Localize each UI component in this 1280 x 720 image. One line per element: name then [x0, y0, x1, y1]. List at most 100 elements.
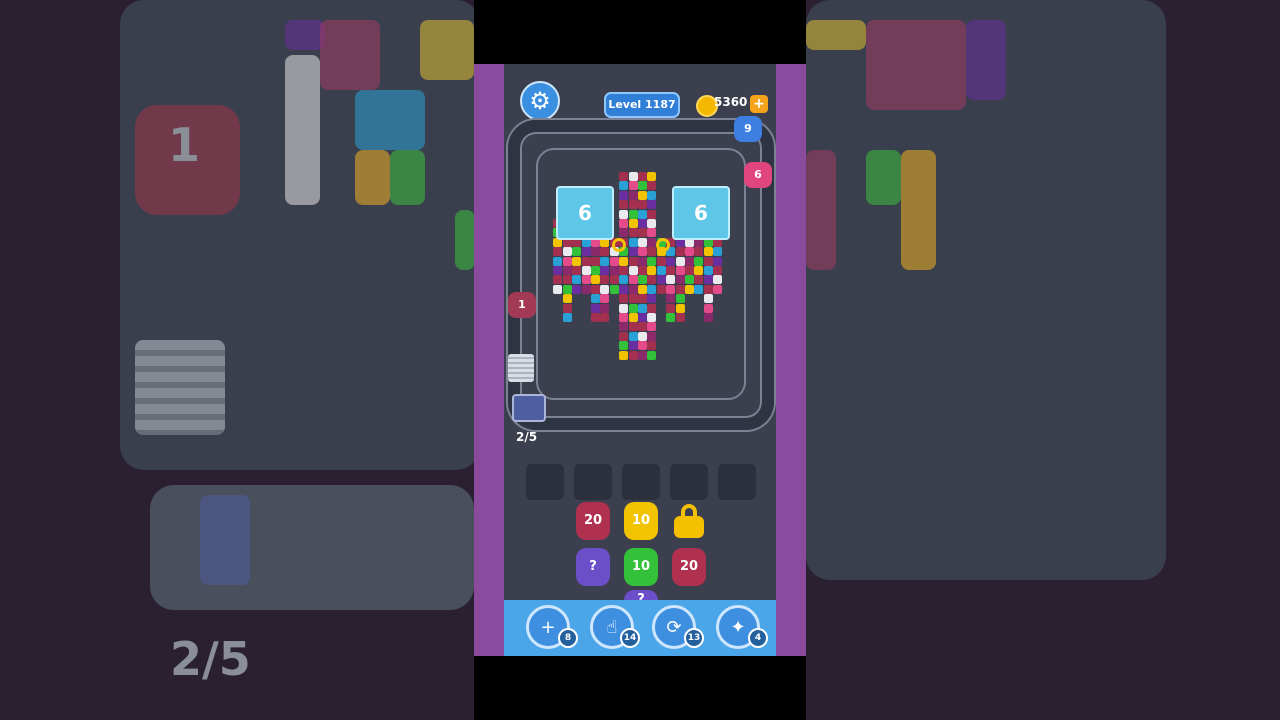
- puzzle-block: [638, 331, 647, 341]
- puzzle-block: [619, 331, 629, 341]
- puzzle-block: [647, 284, 657, 294]
- empty-slot[interactable]: [622, 464, 660, 500]
- puzzle-block: [638, 313, 647, 322]
- puzzle-block: [647, 190, 657, 200]
- puzzle-block: [628, 237, 638, 247]
- pig-shooter[interactable]: 10: [624, 502, 658, 540]
- gear-icon: ⚙: [529, 87, 551, 115]
- add-coins-button[interactable]: +: [750, 95, 768, 113]
- booster-count: 8: [558, 628, 578, 648]
- booster-count: 13: [684, 628, 704, 648]
- empty-slot[interactable]: [718, 464, 756, 500]
- blurred-track: [150, 485, 474, 610]
- puzzle-block: [666, 313, 676, 322]
- puzzle-block: [703, 256, 713, 266]
- puzzle-block: [656, 284, 666, 294]
- puzzle-block: [619, 303, 629, 313]
- puzzle-block: [713, 275, 723, 285]
- empty-slot[interactable]: [526, 464, 564, 500]
- puzzle-block: [562, 303, 572, 313]
- game-frame: ⚙ Level 1187 5360 + 6 6 9 6 1 2/5 20 10 …: [474, 64, 806, 656]
- puzzle-block: [600, 256, 610, 266]
- blurred-block: [901, 150, 936, 270]
- pointer-left[interactable]: 1: [508, 292, 536, 318]
- puzzle-block: [628, 219, 638, 228]
- puzzle-block: [628, 313, 638, 322]
- puzzle-block: [581, 266, 591, 275]
- puzzle-block: [562, 275, 572, 285]
- puzzle-block: [619, 266, 629, 275]
- puzzle-block: [638, 275, 647, 285]
- puzzle-block: [628, 331, 638, 341]
- puzzle-block: [619, 228, 629, 238]
- puzzle-block: [562, 256, 572, 266]
- blurred-block: [966, 20, 1006, 100]
- key-icon: [656, 238, 670, 252]
- pointer-right[interactable]: 6: [744, 162, 772, 188]
- puzzle-block: [638, 284, 647, 294]
- puzzle-block: [713, 247, 723, 257]
- puzzle-block: [562, 284, 572, 294]
- puzzle-block: [703, 303, 713, 313]
- puzzle-block: [562, 247, 572, 257]
- blurred-cart: [200, 495, 250, 585]
- blurred-stack: [135, 340, 225, 435]
- puzzle-block: [591, 275, 600, 285]
- blurred-block: [390, 150, 425, 205]
- puzzle-block: [656, 256, 666, 266]
- background-right-blurred: [806, 0, 1280, 720]
- empty-slot[interactable]: [574, 464, 612, 500]
- puzzle-block: [572, 266, 582, 275]
- blurred-block: [866, 150, 901, 205]
- puzzle-block: [581, 275, 591, 285]
- puzzle-block: [647, 266, 657, 275]
- puzzle-block: [685, 266, 694, 275]
- blurred-block: [320, 20, 380, 90]
- ice-block-right: 6: [672, 186, 730, 240]
- blurred-block: [806, 20, 866, 50]
- puzzle-block: [713, 284, 723, 294]
- puzzle-block: [666, 256, 676, 266]
- pig-shooter[interactable]: ?: [576, 548, 610, 586]
- puzzle-block: [600, 247, 610, 257]
- pig-shooter[interactable]: 10: [624, 548, 658, 586]
- puzzle-block: [619, 219, 629, 228]
- settings-button[interactable]: ⚙: [520, 81, 560, 121]
- pig-shooter[interactable]: 20: [576, 502, 610, 540]
- pointer-top[interactable]: 9: [734, 116, 762, 142]
- puzzle-block: [666, 266, 676, 275]
- cart-progress: 2/5: [516, 430, 538, 444]
- coin-count: 5360: [714, 95, 748, 109]
- puzzle-block: [628, 247, 638, 257]
- puzzle-block: [694, 275, 704, 285]
- background-left-blurred: 1 2/5: [0, 0, 474, 720]
- puzzle-block: [553, 284, 563, 294]
- puzzle-block: [619, 256, 629, 266]
- puzzle-block: [619, 209, 629, 219]
- puzzle-block: [703, 247, 713, 257]
- puzzle-block: [647, 256, 657, 266]
- cart-icon[interactable]: [512, 394, 546, 422]
- blurred-block: [866, 20, 966, 110]
- puzzle-block: [713, 266, 723, 275]
- puzzle-block: [628, 341, 638, 351]
- key-icon: [612, 238, 626, 252]
- puzzle-block: [609, 266, 619, 275]
- ice-block-left: 6: [556, 186, 614, 240]
- puzzle-block: [703, 284, 713, 294]
- puzzle-block: [553, 247, 563, 257]
- puzzle-block: [628, 200, 638, 210]
- puzzle-block: [600, 284, 610, 294]
- puzzle-block: [675, 256, 685, 266]
- puzzle-block: [619, 313, 629, 322]
- puzzle-block: [628, 190, 638, 200]
- empty-slot[interactable]: [670, 464, 708, 500]
- puzzle-block: [656, 266, 666, 275]
- puzzle-block: [694, 284, 704, 294]
- puzzle-block: [638, 341, 647, 351]
- blurred-block: [420, 20, 474, 80]
- puzzle-block: [656, 275, 666, 285]
- puzzle-block: [647, 341, 657, 351]
- puzzle-block: [685, 284, 694, 294]
- pig-shooter[interactable]: 20: [672, 548, 706, 586]
